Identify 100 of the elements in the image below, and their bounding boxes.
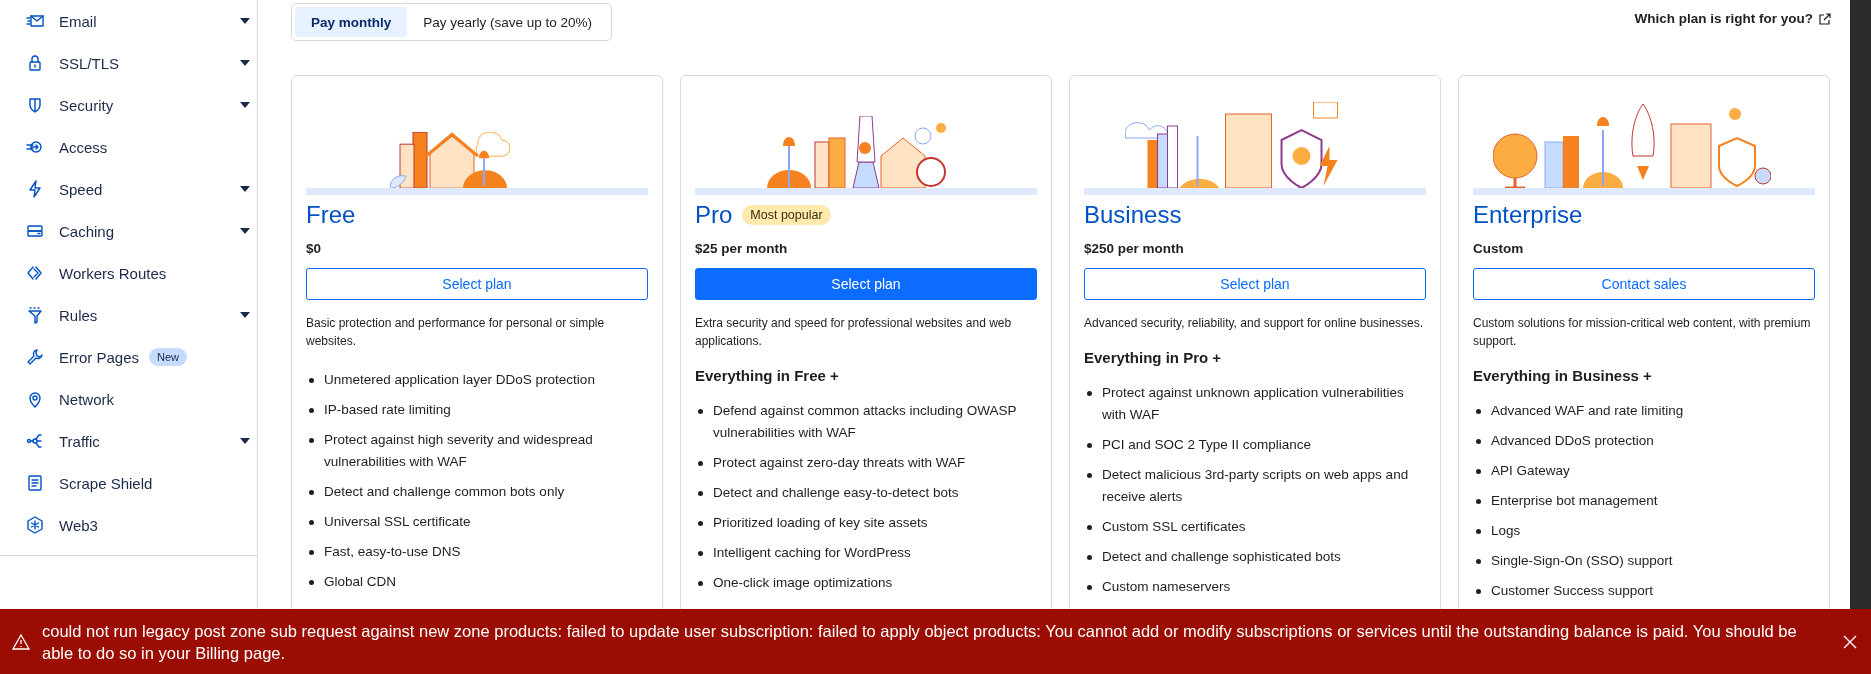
bullet-icon xyxy=(698,581,703,586)
wrench-icon xyxy=(26,348,44,366)
plan-description: Custom solutions for mission-critical web content, with premium support. xyxy=(1473,315,1812,350)
primary-select-button[interactable]: Select plan xyxy=(695,268,1037,300)
features-heading: Everything in Business + xyxy=(1473,366,1653,386)
bullet-icon xyxy=(309,520,314,525)
feature-text: Protect against unknown application vulnerabilities with WAF xyxy=(1102,384,1405,424)
bullet-icon xyxy=(1087,391,1092,396)
plan-description: Basic protection and performance for personal or simple websites. xyxy=(306,315,606,350)
sign-in-icon xyxy=(26,138,44,156)
feature-text: Detect and challenge sophisticated bots xyxy=(1102,548,1341,566)
feature-text: Defend against common attacks including OWASP vulnerabilities with WAF xyxy=(713,402,1018,442)
feature-text: Customer Success support xyxy=(1491,582,1654,600)
select-button[interactable]: Contact sales xyxy=(1473,268,1815,300)
sidebar-item[interactable]: Traffic xyxy=(0,420,250,462)
bullet-icon xyxy=(1087,473,1092,478)
sidebar-item[interactable]: Web3 xyxy=(0,504,250,546)
plan-description: Extra security and speed for professional websites and web applications. xyxy=(695,315,1013,350)
billing-tab[interactable]: Pay monthly xyxy=(295,7,408,37)
feature-text: Prioritized loading of key site assets xyxy=(713,514,928,532)
feature-text: Intelligent caching for WordPress xyxy=(713,544,911,562)
plan-price: $0 xyxy=(306,240,323,258)
bullet-icon xyxy=(698,409,703,414)
envelope-icon xyxy=(26,12,44,30)
feature-text: PCI and SOC 2 Type II compliance xyxy=(1102,436,1312,454)
code-brackets-icon xyxy=(26,264,44,282)
bullet-icon xyxy=(1087,443,1092,448)
lock-icon xyxy=(26,54,44,72)
sidebar-item[interactable]: Network xyxy=(0,378,250,420)
bullet-icon xyxy=(309,550,314,555)
feature-text: IP-based rate limiting xyxy=(324,401,451,419)
plan-description: Advanced security, reliability, and support for online businesses. xyxy=(1084,315,1425,332)
bullet-icon xyxy=(1087,555,1092,560)
help-link[interactable]: Which plan is right for you? xyxy=(1634,11,1831,26)
hexagon-asterisk-icon xyxy=(26,516,44,534)
sidebar-item[interactable]: Error Pages New xyxy=(0,336,250,378)
feature-text: Logs xyxy=(1491,522,1521,540)
bullet-icon xyxy=(309,490,314,495)
bullet-icon xyxy=(309,438,314,443)
feature-text: Advanced DDoS protection xyxy=(1491,432,1654,450)
feature-text: Advanced WAF and rate limiting xyxy=(1491,402,1684,420)
new-badge: New xyxy=(149,348,188,366)
error-message: could not run legacy post zone sub request against new zone products: failed to update user subscription: failed to apply object products: You cannot add or modify subscriptions or services until the outstanding balance is paid. You should be able to do so in your Billing page. xyxy=(42,620,1798,664)
feature-text: Global CDN xyxy=(324,573,397,591)
server-icon xyxy=(26,222,44,240)
bullet-icon xyxy=(1476,469,1481,474)
sidebar-item[interactable]: Workers Routes xyxy=(0,252,250,294)
network-nodes-icon xyxy=(26,432,44,450)
sidebar-item[interactable]: Speed xyxy=(0,168,250,210)
document-icon xyxy=(26,474,44,492)
bullet-icon xyxy=(1476,529,1481,534)
bullet-icon xyxy=(309,408,314,413)
funnel-icon xyxy=(26,306,44,324)
bullet-icon xyxy=(309,378,314,383)
close-button[interactable] xyxy=(1843,634,1857,649)
select-button[interactable]: Select plan xyxy=(306,268,648,300)
plan-price: Custom xyxy=(1473,240,1525,258)
feature-text: Detect and challenge easy-to-detect bots xyxy=(713,484,959,502)
sidebar-item[interactable]: SSL/TLS xyxy=(0,42,250,84)
bullet-icon xyxy=(1476,589,1481,594)
plan-name: Enterprise xyxy=(1473,200,1583,230)
sidebar-item[interactable]: Rules xyxy=(0,294,250,336)
location-pin-icon xyxy=(26,390,44,408)
bullet-icon xyxy=(698,491,703,496)
feature-text: Single-Sign-On (SSO) support xyxy=(1491,552,1673,570)
features-heading: Everything in Pro + xyxy=(1084,348,1223,368)
billing-tab[interactable]: Pay yearly (save up to 20%) xyxy=(407,7,609,37)
feature-text: API Gateway xyxy=(1491,462,1570,480)
bullet-icon xyxy=(1476,499,1481,504)
bullet-icon xyxy=(698,461,703,466)
plan-name: Free xyxy=(306,200,356,230)
select-button[interactable]: Select plan xyxy=(1084,268,1426,300)
sidebar-item[interactable]: Access xyxy=(0,126,250,168)
bullet-icon xyxy=(698,521,703,526)
features-heading: Everything in Free + xyxy=(695,366,840,386)
plan-name: Business xyxy=(1084,200,1182,230)
shield-icon xyxy=(26,96,44,114)
feature-text: Enterprise bot management xyxy=(1491,492,1658,510)
sidebar-item[interactable]: Caching xyxy=(0,210,250,252)
feature-text: Universal SSL certificate xyxy=(324,513,471,531)
plan-price: $25 per month xyxy=(695,240,789,258)
sidebar-item[interactable]: Scrape Shield xyxy=(0,462,250,504)
feature-text: Detect and challenge common bots only xyxy=(324,483,565,501)
popular-badge: Most popular xyxy=(742,205,831,225)
feature-text: Fast, easy-to-use DNS xyxy=(324,543,461,561)
feature-text: Detect malicious 3rd-party scripts on web apps and receive alerts xyxy=(1102,466,1410,506)
bullet-icon xyxy=(1476,409,1481,414)
bullet-icon xyxy=(1087,585,1092,590)
bullet-icon xyxy=(309,580,314,585)
bullet-icon xyxy=(698,551,703,556)
feature-text: Unmetered application layer DDoS protection xyxy=(324,371,595,389)
bullet-icon xyxy=(1476,559,1481,564)
feature-text: Custom nameservers xyxy=(1102,578,1231,596)
feature-text: One-click image optimizations xyxy=(713,574,893,592)
sidebar-item[interactable]: Security xyxy=(0,84,250,126)
plan-price: $250 per month xyxy=(1084,240,1185,258)
feature-text: Protect against zero-day threats with WAF xyxy=(713,454,966,472)
bullet-icon xyxy=(1476,439,1481,444)
bullet-icon xyxy=(1087,525,1092,530)
sidebar-item[interactable]: Email xyxy=(0,0,250,42)
